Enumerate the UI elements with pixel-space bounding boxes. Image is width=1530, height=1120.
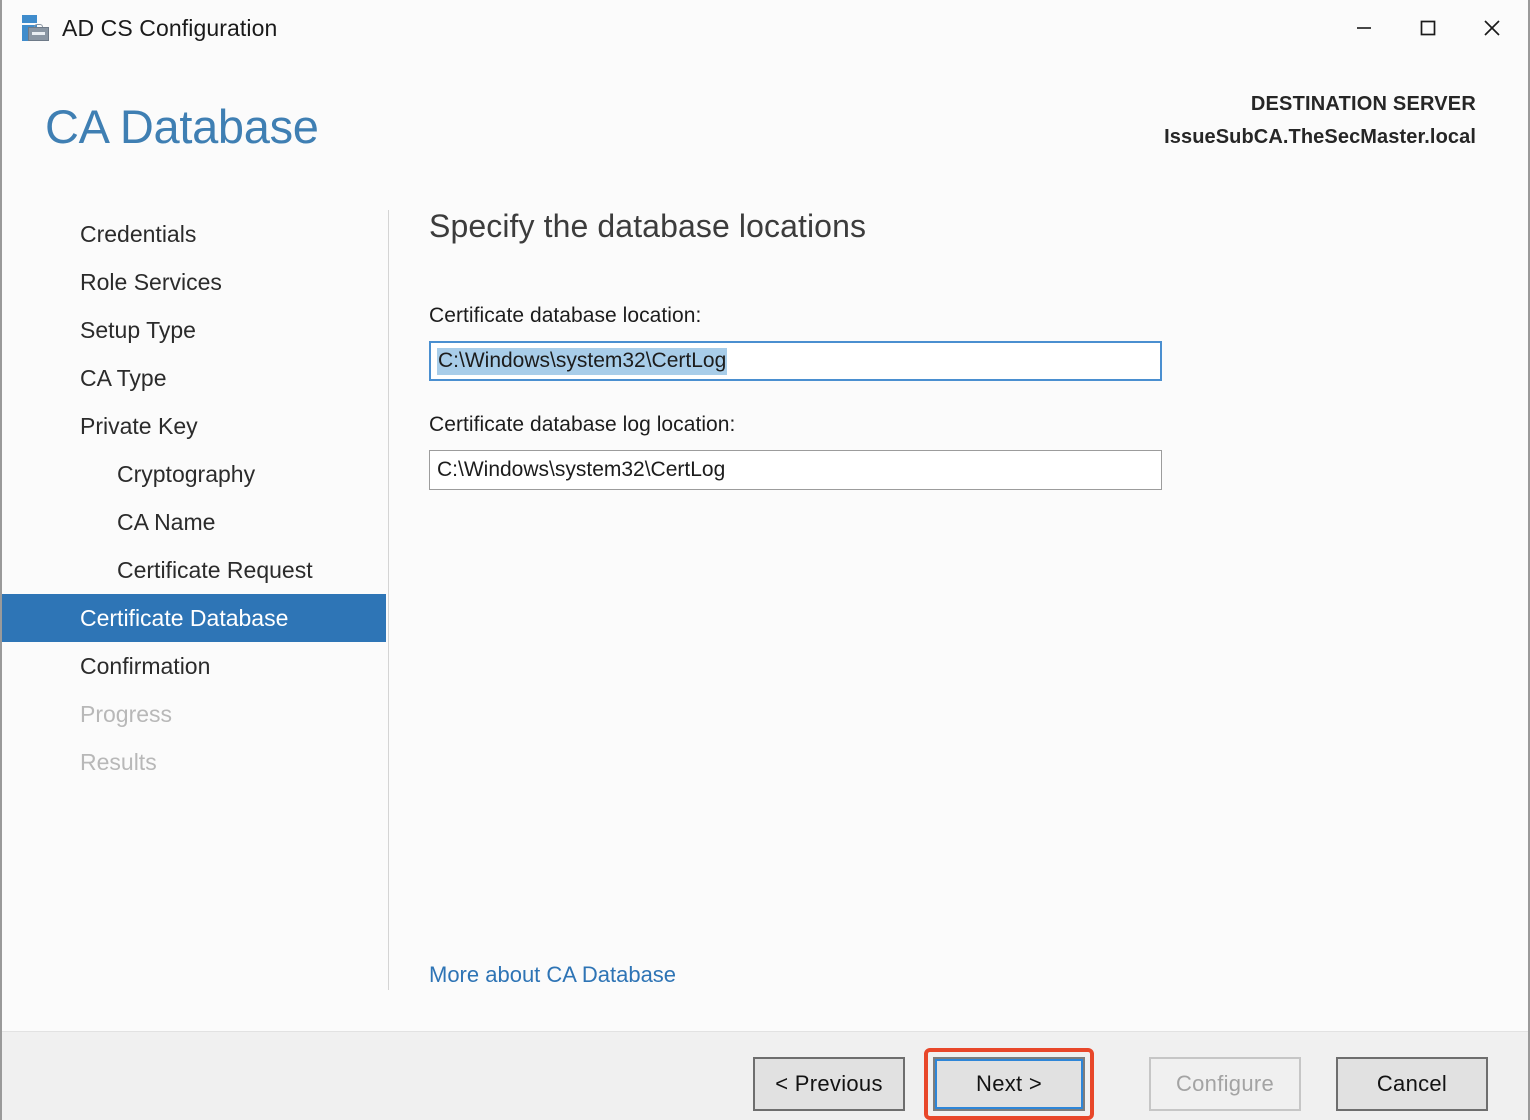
certificate-database-location-input[interactable]: C:\Windows\system32\CertLog xyxy=(429,341,1162,381)
title-bar: AD CS Configuration xyxy=(2,0,1528,56)
sidebar-item-ca-type[interactable]: CA Type xyxy=(2,354,386,402)
title-bar-left: AD CS Configuration xyxy=(2,13,277,43)
previous-button-slot: < Previous xyxy=(753,1057,905,1111)
minimize-button[interactable] xyxy=(1332,0,1396,56)
main-content: Specify the database locations Certifica… xyxy=(429,210,1488,522)
certificate-database-location-label: Certificate database location: xyxy=(429,304,702,327)
window-controls xyxy=(1332,0,1524,56)
wizard-footer-buttons: < Previous Next > Configure Cancel xyxy=(753,1048,1488,1120)
adcs-configuration-window: AD CS Configuration CA Database DESTINAT… xyxy=(0,0,1530,1120)
sidebar-item-progress: Progress xyxy=(80,700,173,727)
sidebar-item-credentials[interactable]: Credentials xyxy=(2,210,386,258)
cancel-button[interactable]: Cancel xyxy=(1336,1057,1488,1111)
sidebar-item-certificate-request[interactable]: Certificate Request xyxy=(2,546,386,594)
sidebar-item-confirmation[interactable]: Confirmation xyxy=(2,642,386,690)
cancel-button-slot: Cancel xyxy=(1336,1057,1488,1111)
adcs-server-toolbox-icon xyxy=(20,13,50,43)
sidebar-item-cryptography[interactable]: Cryptography xyxy=(2,450,386,498)
certificate-database-log-location-group: Certificate database log location: C:\Wi… xyxy=(429,413,1488,490)
body-area: Credentials Role Services Setup Type CA Typ… xyxy=(2,196,1528,1032)
sidebar-item-role-services[interactable]: Role Services xyxy=(2,258,386,306)
content-heading: Specify the database locations xyxy=(429,208,867,244)
destination-server-name: IssueSubCA.TheSecMaster.local xyxy=(1164,126,1476,148)
certificate-database-location-group: Certificate database location: C:\Window… xyxy=(429,304,1488,381)
more-about-ca-database-link[interactable]: More about CA Database xyxy=(429,962,676,988)
close-button[interactable] xyxy=(1460,0,1524,56)
configure-button: Configure xyxy=(1149,1057,1301,1111)
sidebar-content-divider xyxy=(388,210,389,990)
certificate-database-log-location-value: C:\Windows\system32\CertLog xyxy=(437,458,726,481)
wizard-step-nav: Credentials Role Services Setup Type CA Typ… xyxy=(2,210,386,786)
destination-server-block: DESTINATION SERVER IssueSubCA.TheSecMast… xyxy=(1164,91,1476,151)
configure-button-slot: Configure xyxy=(1149,1057,1301,1111)
destination-server-label: DESTINATION SERVER xyxy=(1250,93,1476,115)
maximize-icon xyxy=(1420,20,1436,36)
sidebar-item-results: Results xyxy=(80,748,157,775)
minimize-icon xyxy=(1357,27,1371,29)
certificate-database-location-value: C:\Windows\system32\CertLog xyxy=(437,347,728,375)
window-title: AD CS Configuration xyxy=(62,14,278,41)
certificate-database-log-location-label: Certificate database log location: xyxy=(429,413,736,436)
page-header: CA Database DESTINATION SERVER IssueSubC… xyxy=(2,56,1528,196)
sidebar-item-certificate-database[interactable]: Certificate Database xyxy=(2,594,386,642)
sidebar-item-setup-type[interactable]: Setup Type xyxy=(2,306,386,354)
previous-button[interactable]: < Previous xyxy=(753,1057,905,1111)
page-title: CA Database xyxy=(45,100,319,153)
certificate-database-log-location-input[interactable]: C:\Windows\system32\CertLog xyxy=(429,450,1162,490)
next-button[interactable]: Next > xyxy=(933,1057,1085,1111)
sidebar-item-private-key[interactable]: Private Key xyxy=(2,402,386,450)
wizard-footer: < Previous Next > Configure Cancel xyxy=(2,1031,1528,1120)
sidebar-item-ca-name[interactable]: CA Name xyxy=(2,498,386,546)
close-icon xyxy=(1484,20,1500,36)
next-button-annotation-highlight: Next > xyxy=(924,1048,1094,1120)
next-button-slot: Next > xyxy=(924,1048,1094,1120)
maximize-button[interactable] xyxy=(1396,0,1460,56)
